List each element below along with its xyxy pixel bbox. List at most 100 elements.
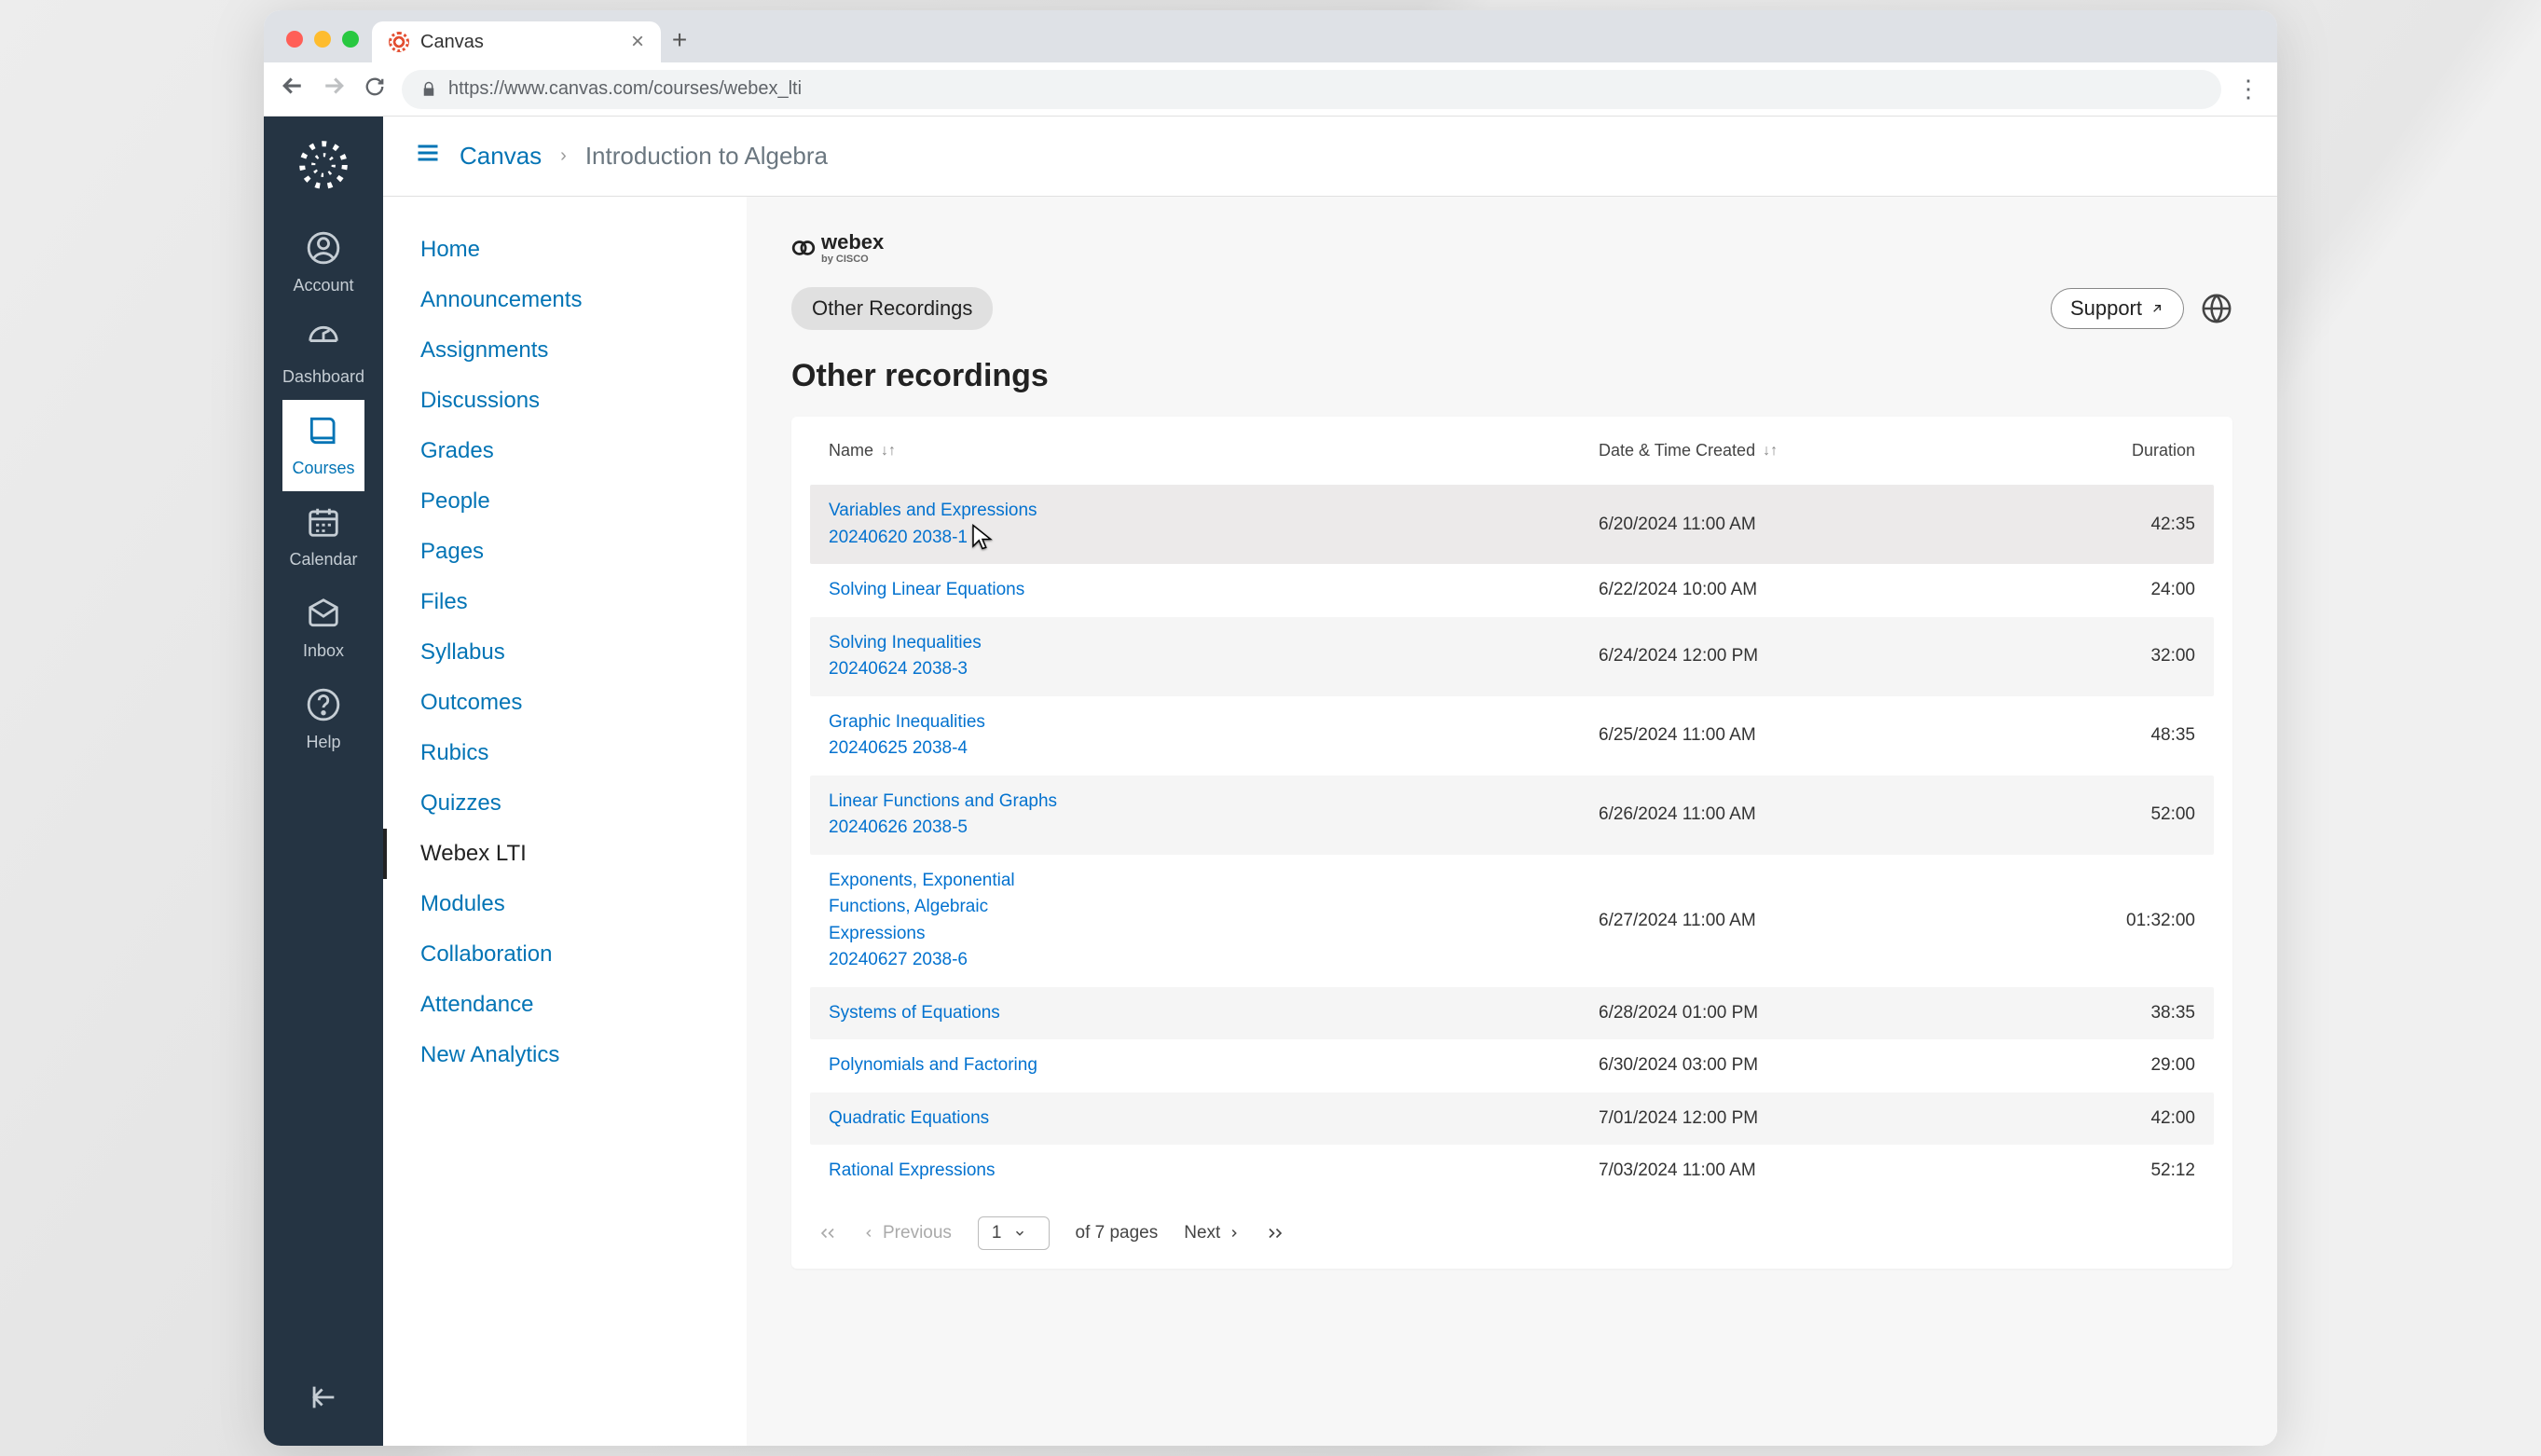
global-nav-label: Inbox [303, 641, 344, 661]
recording-duration: 52:12 [1990, 1161, 2195, 1181]
course-nav-attendance[interactable]: Attendance [383, 980, 747, 1030]
recording-date: 6/24/2024 12:00 PM [1599, 646, 1990, 666]
address-bar: https://www.canvas.com/courses/webex_lti… [264, 62, 2277, 117]
global-nav-label: Account [293, 276, 353, 295]
global-nav-help[interactable]: Help [282, 674, 364, 765]
breadcrumb-root[interactable]: Canvas [460, 142, 542, 171]
support-button[interactable]: Support [2051, 288, 2184, 329]
table-row: Solving Linear Equations 6/22/2024 10:00 … [810, 564, 2214, 617]
course-nav-files[interactable]: Files [383, 577, 747, 627]
forward-button[interactable] [320, 72, 348, 106]
other-recordings-tab[interactable]: Other Recordings [791, 287, 993, 330]
global-nav-courses[interactable]: Courses [282, 400, 364, 491]
url-input[interactable]: https://www.canvas.com/courses/webex_lti [402, 70, 2221, 109]
language-button[interactable] [2201, 293, 2232, 324]
column-header-date[interactable]: Date & Time Created ↓↑ [1599, 441, 1990, 460]
global-nav-calendar[interactable]: Calendar [282, 491, 364, 583]
recording-duration: 29:00 [1990, 1055, 2195, 1076]
recording-name-link[interactable]: Rational Expressions [829, 1158, 1071, 1185]
pagination: Previous 1 of 7 pages Next [810, 1198, 2214, 1250]
close-window-button[interactable] [286, 31, 303, 48]
global-nav-label: Courses [292, 459, 354, 478]
recording-date: 6/27/2024 11:00 AM [1599, 911, 1990, 931]
course-nav-grades[interactable]: Grades [383, 426, 747, 476]
recording-name-link[interactable]: Exponents, ExponentialFunctions, Algebra… [829, 868, 1071, 974]
browser-tab[interactable]: Canvas × [372, 21, 661, 62]
table-row: Variables and Expressions20240620 2038-1… [810, 485, 2214, 564]
table-row: Exponents, ExponentialFunctions, Algebra… [810, 855, 2214, 987]
collapse-nav-button[interactable] [308, 1353, 339, 1446]
chevron-down-icon [1013, 1227, 1026, 1240]
course-nav-announcements[interactable]: Announcements [383, 275, 747, 325]
hamburger-icon[interactable] [415, 140, 441, 172]
course-nav-discussions[interactable]: Discussions [383, 376, 747, 426]
course-nav-outcomes[interactable]: Outcomes [383, 678, 747, 728]
breadcrumb: Canvas › Introduction to Algebra [383, 117, 2277, 197]
sort-icon: ↓↑ [1763, 443, 1778, 460]
recording-name-link[interactable]: Solving Inequalities20240624 2038-3 [829, 630, 1071, 683]
recording-name-link[interactable]: Quadratic Equations [829, 1106, 1071, 1133]
recording-duration: 48:35 [1990, 725, 2195, 746]
recording-name-link[interactable]: Solving Linear Equations [829, 577, 1071, 604]
table-row: Polynomials and Factoring 6/30/2024 03:00… [810, 1039, 2214, 1092]
new-tab-button[interactable]: + [661, 25, 698, 62]
recording-name-link[interactable]: Linear Functions and Graphs20240626 2038… [829, 789, 1071, 842]
global-nav-label: Calendar [289, 550, 357, 570]
course-nav-pages[interactable]: Pages [383, 527, 747, 577]
webex-brand: webex [821, 230, 884, 254]
course-nav-collaboration[interactable]: Collaboration [383, 929, 747, 980]
recording-date: 6/20/2024 11:00 AM [1599, 515, 1990, 535]
recording-date: 6/25/2024 11:00 AM [1599, 725, 1990, 746]
course-nav-new-analytics[interactable]: New Analytics [383, 1030, 747, 1080]
global-nav-dashboard[interactable]: Dashboard [282, 309, 364, 400]
previous-page-button[interactable]: Previous [862, 1223, 952, 1243]
first-page-button[interactable] [819, 1225, 836, 1242]
recording-date: 6/30/2024 03:00 PM [1599, 1055, 1990, 1076]
back-button[interactable] [279, 72, 307, 106]
course-nav-syllabus[interactable]: Syllabus [383, 627, 747, 678]
next-page-button[interactable]: Next [1184, 1223, 1241, 1243]
courses-icon [306, 413, 341, 453]
tab-strip: Canvas × + [264, 10, 2277, 62]
course-nav-people[interactable]: People [383, 476, 747, 527]
close-tab-button[interactable]: × [631, 29, 644, 55]
browser-menu-button[interactable]: ⋮ [2234, 75, 2262, 103]
reload-button[interactable] [361, 75, 389, 103]
recording-name-link[interactable]: Variables and Expressions20240620 2038-1 [829, 498, 1071, 551]
top-controls: Other Recordings Support [791, 287, 2232, 330]
minimize-window-button[interactable] [314, 31, 331, 48]
inner-layout: HomeAnnouncementsAssignmentsDiscussionsG… [383, 197, 2277, 1446]
column-header-duration[interactable]: Duration [1990, 441, 2195, 460]
course-nav-quizzes[interactable]: Quizzes [383, 778, 747, 829]
column-header-name[interactable]: Name ↓↑ [829, 441, 1599, 460]
table-row: Systems of Equations6/28/2024 01:00 PM38… [810, 987, 2214, 1040]
url-text: https://www.canvas.com/courses/webex_lti [448, 78, 802, 100]
recording-duration: 24:00 [1990, 580, 2195, 600]
table-row: Graphic Inequalities20240625 2038-4 6/25/… [810, 696, 2214, 776]
global-nav-inbox[interactable]: Inbox [282, 583, 364, 674]
sort-icon: ↓↑ [881, 443, 896, 460]
recordings-table: Name ↓↑ Date & Time Created ↓↑ Duration [791, 417, 2232, 1269]
course-nav-assignments[interactable]: Assignments [383, 325, 747, 376]
page-select[interactable]: 1 [978, 1216, 1050, 1250]
section-title: Other recordings [791, 358, 2232, 394]
recording-duration: 42:00 [1990, 1108, 2195, 1129]
maximize-window-button[interactable] [342, 31, 359, 48]
webex-icon [791, 236, 816, 260]
last-page-button[interactable] [1267, 1225, 1284, 1242]
recording-duration: 01:32:00 [1990, 911, 2195, 931]
course-nav-rubics[interactable]: Rubics [383, 728, 747, 778]
app-body: Account Dashboard Courses Calendar Inbox Help… [264, 117, 2277, 1446]
global-nav-label: Dashboard [282, 367, 364, 387]
canvas-logo-icon[interactable] [295, 137, 351, 193]
global-nav-account[interactable]: Account [282, 217, 364, 309]
help-icon [306, 687, 341, 727]
recording-name-link[interactable]: Graphic Inequalities20240625 2038-4 [829, 709, 1071, 762]
course-nav-home[interactable]: Home [383, 225, 747, 275]
recording-name-link[interactable]: Systems of Equations [829, 1000, 1071, 1027]
external-link-icon [2150, 301, 2164, 316]
recording-name-link[interactable]: Polynomials and Factoring [829, 1052, 1071, 1079]
course-nav-webex-lti[interactable]: Webex LTI [383, 829, 747, 879]
course-nav-modules[interactable]: Modules [383, 879, 747, 929]
recording-date: 6/22/2024 10:00 AM [1599, 580, 1990, 600]
